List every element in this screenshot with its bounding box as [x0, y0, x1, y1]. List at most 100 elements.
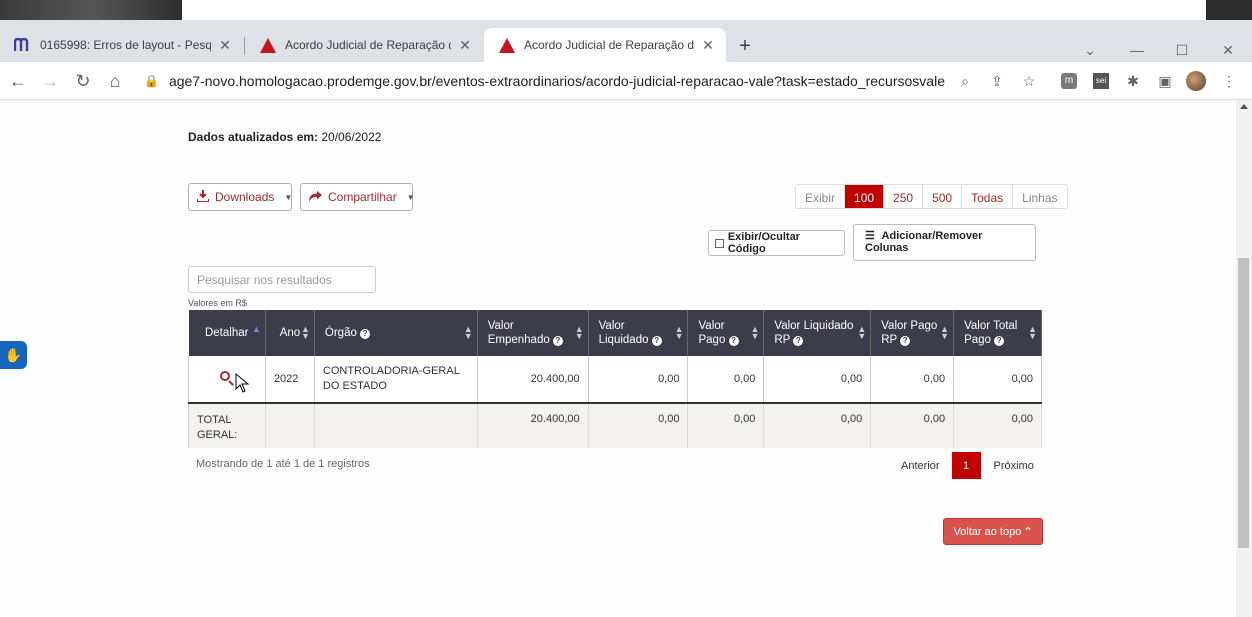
- help-icon[interactable]: ?: [900, 336, 911, 346]
- side-panel-icon[interactable]: ▣: [1155, 71, 1175, 91]
- columns-button[interactable]: ☰ Adicionar/Remover Colunas: [853, 224, 1036, 261]
- col-label: Empenhado: [487, 334, 550, 346]
- share-icon[interactable]: ⇪: [987, 71, 1007, 91]
- sort-icon: ▲ ▼: [463, 324, 473, 341]
- tab-acordo-1[interactable]: Acordo Judicial de Reparação da Vale ✕: [245, 28, 483, 62]
- sort-icon: ▲ ▼: [940, 324, 950, 341]
- zoom-search-icon[interactable]: ⌕: [955, 71, 975, 91]
- col-pago-rp[interactable]: Valor Pago RP ? ▲ ▼: [870, 310, 955, 356]
- page-size-option-500[interactable]: 500: [923, 185, 963, 208]
- new-tab-plus-icon[interactable]: +: [733, 34, 757, 58]
- sort-asc-icon: ▲: [252, 324, 261, 334]
- accessibility-hand-icon[interactable]: ✋: [0, 341, 27, 369]
- forward-arrow-icon[interactable]: →: [38, 69, 62, 93]
- total-liquidado: 0,00: [588, 403, 689, 448]
- download-icon: [196, 189, 210, 205]
- address-field[interactable]: 🔒 age7-novo.homologacao.prodemge.gov.br/…: [144, 68, 982, 94]
- cell-ano: 2022: [265, 356, 315, 404]
- window-close-icon[interactable]: ✕: [1213, 42, 1243, 59]
- cell-liquidado: 0,00: [588, 356, 689, 404]
- close-icon[interactable]: ✕: [700, 37, 716, 53]
- current-page-button[interactable]: 1: [951, 452, 981, 479]
- col-orgao[interactable]: Órgão ? ▲ ▼: [314, 310, 478, 356]
- maximize-icon[interactable]: ☐: [1167, 42, 1197, 59]
- background-window: [182, 0, 1206, 20]
- page-size-option-250[interactable]: 250: [884, 185, 924, 208]
- page-size-option-todas[interactable]: Todas: [962, 185, 1014, 208]
- currency-note: Valores em R$: [188, 298, 247, 308]
- page-size-option-100[interactable]: 100: [845, 185, 885, 208]
- checkbox-icon[interactable]: [715, 238, 724, 248]
- detail-cell[interactable]: [188, 356, 266, 404]
- scroll-up-arrow-icon[interactable]: [1240, 104, 1248, 109]
- downloads-button[interactable]: Downloads ▼: [188, 183, 292, 211]
- background-image: [0, 0, 182, 20]
- help-icon[interactable]: ?: [552, 336, 563, 346]
- col-label: Liquidado: [598, 334, 649, 346]
- col-label: Valor: [698, 320, 725, 332]
- col-liquidado-rp[interactable]: Valor Liquidado RP ? ▲ ▼: [763, 310, 872, 356]
- browser-menu-icon[interactable]: ⋮: [1219, 71, 1239, 91]
- cell-orgao: CONTROLADORIA-GERAL DO ESTADO: [314, 356, 478, 404]
- prev-page-button[interactable]: Anterior: [891, 460, 950, 472]
- col-liquidado[interactable]: Valor Liquidado ? ▲ ▼: [588, 310, 689, 356]
- scrollbar-thumb[interactable]: [1238, 258, 1249, 548]
- cell-pago-rp: 0,00: [870, 356, 955, 404]
- col-label: Valor Total: [964, 320, 1018, 332]
- col-ano[interactable]: Ano ▲ ▼: [265, 310, 315, 356]
- reload-icon[interactable]: ↻: [71, 69, 95, 93]
- total-empenhado: 20.400,00: [477, 403, 589, 448]
- toggle-code-label: Exibir/Ocultar Código: [727, 231, 800, 255]
- chevron-up-icon: ⌃: [1023, 526, 1033, 538]
- bookmark-star-icon[interactable]: ☆: [1019, 71, 1039, 91]
- columns-label: Adicionar/Remover Colunas: [865, 230, 983, 254]
- help-icon[interactable]: ?: [994, 336, 1005, 346]
- pagination: Anterior 1 Próximo: [891, 452, 1045, 479]
- back-to-top-button[interactable]: Voltar ao topo ⌃: [943, 518, 1043, 545]
- page-size-suffix: Linhas: [1013, 185, 1067, 208]
- magnifier-detail-icon[interactable]: [219, 370, 234, 386]
- col-detalhar[interactable]: Detalhar ▲: [188, 310, 266, 356]
- total-liquidado-rp: 0,00: [763, 403, 872, 448]
- share-button[interactable]: Compartilhar ▼: [300, 183, 415, 211]
- toggle-code-button[interactable]: Exibir/Ocultar Código: [708, 230, 845, 256]
- help-icon[interactable]: ?: [728, 336, 739, 346]
- next-page-button[interactable]: Próximo: [983, 460, 1045, 472]
- tab-acordo-active[interactable]: Acordo Judicial de Reparação da Vale ✕: [484, 28, 726, 62]
- share-label: Compartilhar: [328, 190, 397, 204]
- col-label: Valor Liquidado: [774, 320, 854, 332]
- col-label: Valor Pago: [881, 320, 938, 332]
- extensions-puzzle-icon[interactable]: ✱: [1123, 71, 1143, 91]
- updated-info: Dados atualizados em: 20/06/2022: [188, 130, 381, 144]
- downloads-label: Downloads: [215, 190, 275, 204]
- close-icon[interactable]: ✕: [217, 37, 233, 53]
- tab-mantis[interactable]: 0165998: Erros de layout - Pesquisa ✕: [0, 28, 243, 62]
- back-arrow-icon[interactable]: ←: [6, 69, 30, 93]
- col-label: Valor: [487, 320, 514, 332]
- col-pago[interactable]: Valor Pago ? ▲ ▼: [687, 310, 765, 356]
- sei-extension-icon[interactable]: sei: [1091, 71, 1111, 91]
- sort-icon: ▲ ▼: [674, 324, 684, 341]
- col-label: Detalhar: [204, 327, 249, 339]
- close-icon[interactable]: ✕: [457, 37, 473, 53]
- col-empenhado[interactable]: Valor Empenhado ? ▲ ▼: [477, 310, 589, 356]
- minimize-icon[interactable]: —: [1122, 42, 1152, 58]
- updated-label: Dados atualizados em:: [188, 130, 319, 144]
- col-total-pago[interactable]: Valor Total Pago ? ▲ ▼: [953, 310, 1042, 356]
- search-input[interactable]: Pesquisar nos resultados: [188, 266, 376, 293]
- tab-search-chevron-icon[interactable]: ⌄: [1075, 42, 1105, 59]
- help-icon[interactable]: ?: [793, 336, 804, 346]
- caret-down-icon: ▼: [284, 192, 293, 202]
- profile-avatar-icon[interactable]: [1186, 71, 1206, 91]
- browser-toolbar: ← → ↻ ⌂ 🔒 age7-novo.homologacao.prodemge…: [0, 62, 1252, 100]
- total-empty-cell: [265, 403, 315, 448]
- help-icon[interactable]: ?: [651, 336, 662, 346]
- mantis-extension-icon[interactable]: m: [1059, 71, 1079, 91]
- total-total-pago: 0,00: [953, 403, 1042, 448]
- col-label: Valor: [598, 320, 625, 332]
- tab-title: Acordo Judicial de Reparação da Vale: [285, 38, 451, 52]
- home-icon[interactable]: ⌂: [103, 69, 127, 93]
- help-icon[interactable]: ?: [360, 329, 371, 339]
- page-scrollbar[interactable]: [1236, 100, 1252, 617]
- total-pago-rp: 0,00: [870, 403, 955, 448]
